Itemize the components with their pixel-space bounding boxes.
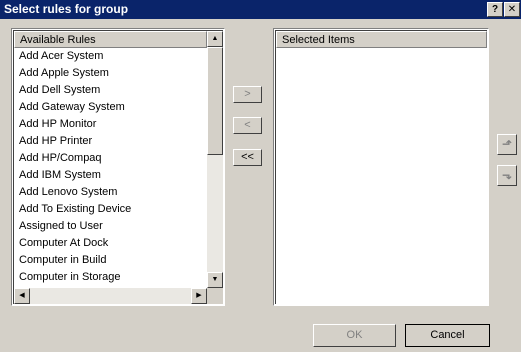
move-up-button[interactable]: ⬏ (497, 134, 517, 155)
remove-all-button[interactable]: << (233, 149, 262, 166)
list-item[interactable]: Add Lenovo System (14, 184, 207, 201)
vertical-scroll-thumb[interactable] (207, 47, 223, 155)
list-item[interactable]: Computer in Storage (14, 269, 207, 286)
selected-items-header[interactable]: Selected Items (276, 31, 487, 48)
scroll-right-button[interactable]: ▶ (191, 288, 207, 304)
list-item[interactable]: Assigned to User (14, 218, 207, 235)
list-item[interactable]: Computer At Dock (14, 235, 207, 252)
list-item[interactable]: Add To Existing Device (14, 201, 207, 218)
close-button[interactable]: ✕ (504, 2, 520, 17)
vertical-scrollbar[interactable]: ▲ ▼ (207, 31, 223, 288)
list-item[interactable]: Add HP Printer (14, 133, 207, 150)
arrow-up-icon: ▲ (211, 35, 219, 42)
list-item[interactable]: Add Acer System (14, 48, 207, 65)
horizontal-scrollbar[interactable]: ◀ ▶ (14, 288, 207, 304)
available-rules-header[interactable]: Available Rules (14, 31, 207, 48)
arrow-left-icon: ◀ (19, 292, 25, 299)
scroll-up-button[interactable]: ▲ (207, 31, 223, 47)
list-item[interactable]: Add HP Monitor (14, 116, 207, 133)
move-down-icon: ⬎ (501, 168, 513, 182)
available-rules-items: Add Acer System Add Apple System Add Del… (14, 48, 207, 286)
list-item[interactable]: Add Gateway System (14, 99, 207, 116)
remove-button[interactable]: < (233, 117, 262, 134)
title-bar: Select rules for group ? ✕ (0, 0, 521, 19)
ok-button[interactable]: OK (313, 324, 396, 347)
list-item[interactable]: Add IBM System (14, 167, 207, 184)
help-button[interactable]: ? (487, 2, 503, 17)
move-down-button[interactable]: ⬎ (497, 165, 517, 186)
arrow-right-icon: ▶ (196, 292, 202, 299)
selected-items-list[interactable]: Selected Items (273, 28, 489, 306)
move-up-icon: ⬏ (501, 137, 513, 151)
scrollbar-corner (207, 288, 223, 304)
available-rules-list[interactable]: Available Rules Add Acer System Add Appl… (11, 28, 225, 306)
arrow-down-icon: ▼ (211, 276, 219, 283)
list-item[interactable]: Add HP/Compaq (14, 150, 207, 167)
list-item[interactable]: Computer in Build (14, 252, 207, 269)
window-title: Select rules for group (4, 2, 129, 16)
scroll-left-button[interactable]: ◀ (14, 288, 30, 304)
cancel-button[interactable]: Cancel (405, 324, 490, 347)
add-button[interactable]: > (233, 86, 262, 103)
list-item[interactable]: Add Dell System (14, 82, 207, 99)
list-item[interactable]: Add Apple System (14, 65, 207, 82)
scroll-down-button[interactable]: ▼ (207, 272, 223, 288)
